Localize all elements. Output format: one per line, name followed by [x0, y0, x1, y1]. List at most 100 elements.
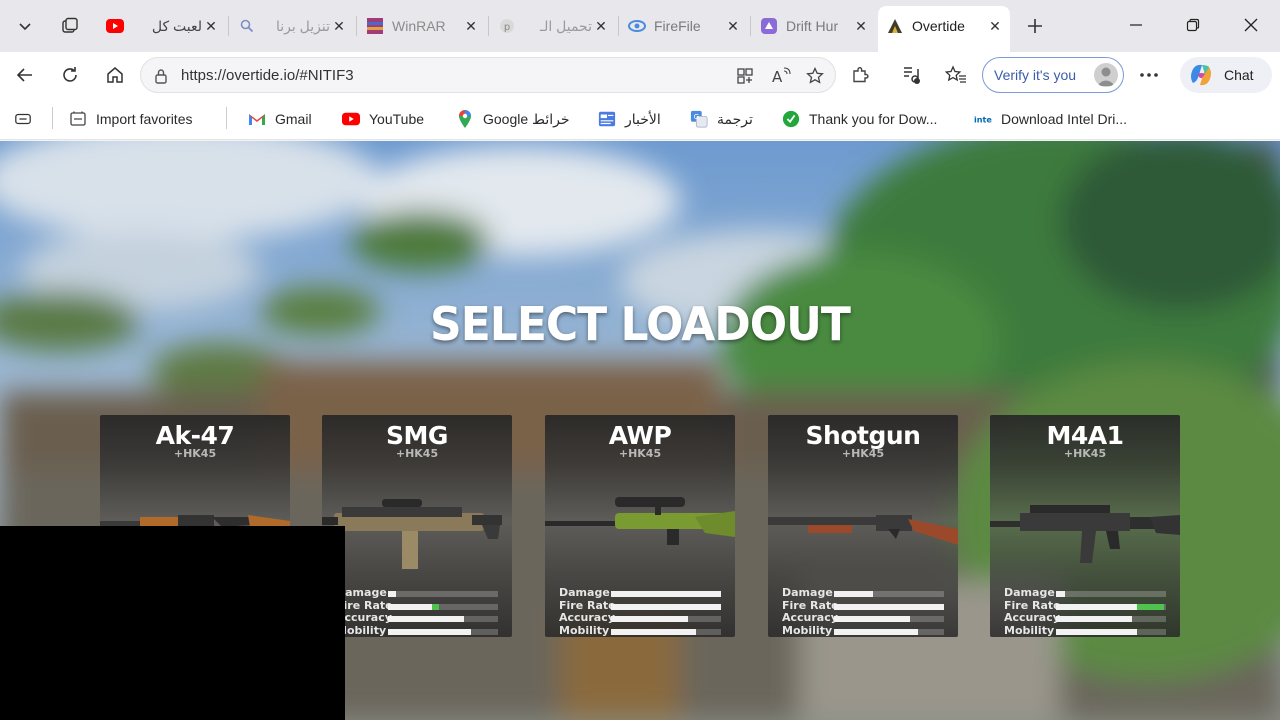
verify-profile-button[interactable]: Verify it's you — [982, 57, 1124, 93]
stat-bar-track — [388, 603, 498, 610]
new-tab-button[interactable] — [1018, 10, 1052, 42]
refresh-button[interactable] — [54, 59, 86, 91]
stat-bar-track — [834, 603, 944, 610]
collections-button[interactable] — [14, 106, 41, 132]
stat-bar-fill — [611, 603, 721, 610]
close-icon[interactable]: ✕ — [202, 17, 220, 35]
stat-row-damage: Damage — [768, 587, 958, 599]
workspaces-button[interactable] — [52, 9, 88, 43]
favorite-news[interactable]: الأخبار — [598, 106, 661, 132]
tab-title: Overtide — [912, 18, 965, 34]
search-icon — [238, 17, 256, 35]
loadout-card-shotgun[interactable]: Shotgun +HK45 Damage Fire Rate Accuracy Mobil… — [768, 415, 958, 637]
tab-title: FireFile — [654, 18, 701, 34]
weapon-name: AWP — [608, 421, 672, 450]
favorite-youtube[interactable]: YouTube — [342, 106, 424, 132]
stat-row-mobility: Mobility — [990, 624, 1180, 637]
tab-6[interactable]: Drift Hur ✕ — [752, 8, 876, 44]
close-icon[interactable]: ✕ — [986, 17, 1004, 35]
back-button[interactable] — [9, 59, 41, 91]
tab-title: WinRAR — [392, 18, 446, 34]
stat-bar-track — [1056, 616, 1166, 622]
tab-3[interactable]: WinRAR ✕ — [358, 8, 486, 44]
extensions-button[interactable] — [844, 59, 876, 91]
close-icon[interactable]: ✕ — [852, 17, 870, 35]
stat-bar-fill — [834, 616, 910, 622]
browser-toolbar: https://overtide.io/#NITIF3 A Verify it'… — [0, 52, 1280, 136]
copilot-chat-button[interactable]: Chat — [1180, 57, 1272, 93]
favorite-label: ترجمة — [717, 110, 753, 127]
weapon-name: M4A1 — [1046, 421, 1124, 450]
close-icon[interactable]: ✕ — [592, 17, 610, 35]
more-menu-button[interactable] — [1133, 59, 1165, 91]
url-text[interactable]: https://overtide.io/#NITIF3 — [181, 67, 354, 84]
tab-active[interactable]: Overtide ✕ — [878, 6, 1010, 52]
stat-row-fire-rate: Fire Rate — [990, 599, 1180, 612]
loadout-card-m4a1[interactable]: M4A1 +HK45 Damage Fire Rate Accuracy Mobility — [990, 415, 1180, 637]
game-viewport[interactable]: SELECT LOADOUT Ak-47+HK45DamageFire Rate… — [0, 141, 1280, 720]
tab-2[interactable]: تنزيل برنا ✕ — [230, 8, 354, 44]
favorite-translate[interactable]: G ترجمة — [690, 106, 753, 132]
page-icon: p — [498, 17, 516, 35]
stat-label: Mobility — [782, 623, 833, 637]
more-dots-icon — [1140, 73, 1158, 77]
favorite-star-icon[interactable] — [803, 64, 827, 88]
favorites-button[interactable] — [940, 59, 972, 91]
refresh-icon — [63, 67, 77, 82]
youtube-icon — [342, 110, 360, 128]
favorite-google-maps[interactable]: Google خرائط — [456, 106, 570, 132]
minimize-button[interactable] — [1113, 8, 1159, 42]
tab-strip: لعبت كل ✕ تنزيل برنا ✕ WinRAR ✕ p تحميل … — [0, 0, 1280, 52]
favorite-label: Google خرائط — [483, 110, 570, 127]
address-bar[interactable]: https://overtide.io/#NITIF3 A — [140, 57, 836, 93]
plus-icon — [1028, 19, 1042, 33]
stat-bar-track — [834, 628, 944, 635]
home-button[interactable] — [99, 59, 131, 91]
stat-row-accuracy: Accuracy — [545, 612, 735, 624]
close-window-button[interactable] — [1228, 8, 1274, 42]
favorite-thank-you[interactable]: Thank you for Dow... — [782, 106, 937, 132]
translate-icon: G — [690, 110, 708, 128]
weapon-image — [322, 499, 502, 569]
lock-icon[interactable] — [151, 66, 171, 86]
tab-5[interactable]: FireFile ✕ — [620, 8, 748, 44]
favorite-gmail[interactable]: Gmail — [248, 106, 312, 132]
tab-4[interactable]: p تحميل الـ ✕ — [490, 8, 616, 44]
tab-list-button[interactable] — [6, 9, 44, 43]
close-icon[interactable]: ✕ — [462, 17, 480, 35]
loadout-card-awp[interactable]: AWP +HK45 Damage Fire Rate Accuracy Mobility — [545, 415, 735, 637]
stat-bar-fill — [611, 616, 688, 622]
read-aloud-icon[interactable]: A — [769, 64, 793, 88]
tab-divider — [750, 16, 751, 36]
stat-bar-track — [388, 628, 498, 635]
winrar-icon — [366, 17, 384, 35]
weapon-name: Ak-47 — [155, 421, 235, 450]
stat-bar-fill — [834, 591, 873, 597]
weapon-name: Shotgun — [805, 421, 921, 450]
stat-bar-fill — [834, 603, 944, 610]
stat-bar-bonus — [1137, 603, 1164, 610]
media-control-button[interactable] — [895, 59, 927, 91]
favorite-intel[interactable]: intel Download Intel Dri... — [974, 106, 1127, 132]
tab-divider — [356, 16, 357, 36]
loadout-card-smg[interactable]: SMG +HK45 Damage Fire Rate Accuracy Mobility — [322, 415, 512, 637]
close-icon — [1244, 18, 1258, 32]
secondary-weapon: +HK45 — [173, 447, 217, 460]
stat-bar-fill — [388, 628, 471, 635]
tab-1[interactable]: لعبت كل ✕ — [98, 8, 226, 44]
app-available-icon[interactable] — [733, 64, 757, 88]
stat-row-damage: Damage — [322, 587, 512, 599]
weapon-image — [990, 505, 1180, 563]
close-icon[interactable]: ✕ — [724, 17, 742, 35]
tab-actions-icon — [62, 17, 78, 33]
intel-icon: intel — [974, 110, 992, 128]
verify-label: Verify it's you — [994, 67, 1077, 83]
favorite-label: Download Intel Dri... — [1001, 111, 1128, 127]
restore-button[interactable] — [1170, 8, 1216, 42]
collections-icon — [14, 110, 32, 128]
stat-bar-fill — [388, 603, 432, 610]
stat-label: Damage — [559, 586, 610, 599]
close-icon[interactable]: ✕ — [330, 17, 348, 35]
overtide-icon — [886, 17, 904, 35]
favorite-import[interactable]: Import favorites — [69, 106, 192, 132]
